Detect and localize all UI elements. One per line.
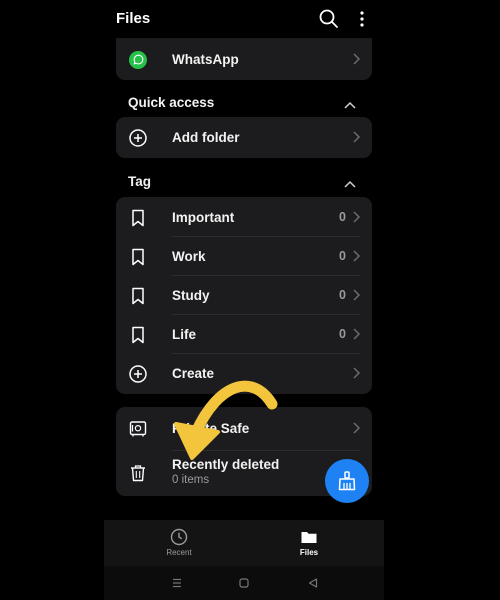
- tag-item-label: Important: [172, 210, 235, 225]
- chevron-right-icon: [352, 288, 361, 302]
- back-icon[interactable]: [306, 576, 320, 590]
- tag-item-life[interactable]: Life 0: [116, 315, 372, 354]
- add-circle-icon: [128, 364, 148, 384]
- phone-screen: Files WhatsApp Quick access Add folder T…: [104, 0, 384, 600]
- private-safe-item[interactable]: Private Safe: [116, 409, 372, 448]
- recently-deleted-count: 0 items: [172, 474, 210, 486]
- chevron-up-icon[interactable]: [342, 176, 358, 188]
- add-folder-button[interactable]: Add folder: [116, 118, 372, 157]
- section-title-quick-access: Quick access: [128, 95, 215, 110]
- page-title: Files: [116, 10, 151, 27]
- chevron-right-icon: [352, 249, 361, 263]
- chevron-right-icon: [352, 210, 361, 224]
- safe-icon: [128, 419, 148, 439]
- sources-card: WhatsApp: [116, 38, 372, 80]
- bottom-navigation: Recent Files: [104, 520, 384, 566]
- chevron-right-icon: [352, 421, 361, 435]
- add-circle-icon: [128, 128, 148, 148]
- create-tag-label: Create: [172, 366, 215, 381]
- chevron-right-icon: [352, 130, 361, 144]
- source-item-label: WhatsApp: [172, 52, 239, 67]
- create-tag-button[interactable]: Create: [116, 354, 372, 393]
- clock-icon: [170, 528, 188, 546]
- tag-card: Important 0 Work 0 Study 0 Life 0 Create: [116, 197, 372, 394]
- add-folder-label: Add folder: [172, 130, 240, 145]
- search-icon[interactable]: [318, 8, 340, 30]
- bookmark-icon: [128, 247, 148, 267]
- whatsapp-icon: [128, 50, 148, 70]
- section-title-tag: Tag: [128, 174, 151, 189]
- nav-tab-label: Recent: [166, 548, 192, 557]
- menu-icon[interactable]: [170, 576, 184, 590]
- chevron-up-icon[interactable]: [342, 97, 358, 109]
- tag-item-label: Life: [172, 327, 197, 342]
- chevron-right-icon: [352, 327, 361, 341]
- tag-item-label: Work: [172, 249, 206, 264]
- nav-tab-label: Files: [299, 548, 319, 557]
- home-icon[interactable]: [237, 576, 251, 590]
- tag-item-count: 0: [339, 249, 346, 263]
- more-options-icon[interactable]: [352, 8, 372, 30]
- tag-item-study[interactable]: Study 0: [116, 276, 372, 315]
- quick-access-card: Add folder: [116, 117, 372, 158]
- tag-item-important[interactable]: Important 0: [116, 198, 372, 237]
- nav-tab-recent[interactable]: Recent: [149, 524, 209, 564]
- tag-item-label: Study: [172, 288, 210, 303]
- broom-icon: [338, 471, 356, 491]
- nav-tab-files[interactable]: Files: [279, 524, 339, 564]
- chevron-right-icon: [352, 366, 361, 380]
- app-header: Files: [104, 0, 384, 38]
- bookmark-icon: [128, 208, 148, 228]
- tag-item-count: 0: [339, 327, 346, 341]
- folder-icon: [301, 532, 317, 543]
- bookmark-icon: [128, 325, 148, 345]
- trash-icon: [128, 463, 148, 483]
- chevron-right-icon: [352, 52, 361, 66]
- tag-item-count: 0: [339, 210, 346, 224]
- recently-deleted-label: Recently deleted: [172, 457, 280, 472]
- tag-item-work[interactable]: Work 0: [116, 237, 372, 276]
- bookmark-icon: [128, 286, 148, 306]
- cleanup-fab[interactable]: [325, 459, 369, 503]
- system-navigation-bar: [104, 566, 384, 600]
- tag-item-count: 0: [339, 288, 346, 302]
- source-item-whatsapp[interactable]: WhatsApp: [116, 40, 372, 79]
- private-safe-label: Private Safe: [172, 421, 250, 436]
